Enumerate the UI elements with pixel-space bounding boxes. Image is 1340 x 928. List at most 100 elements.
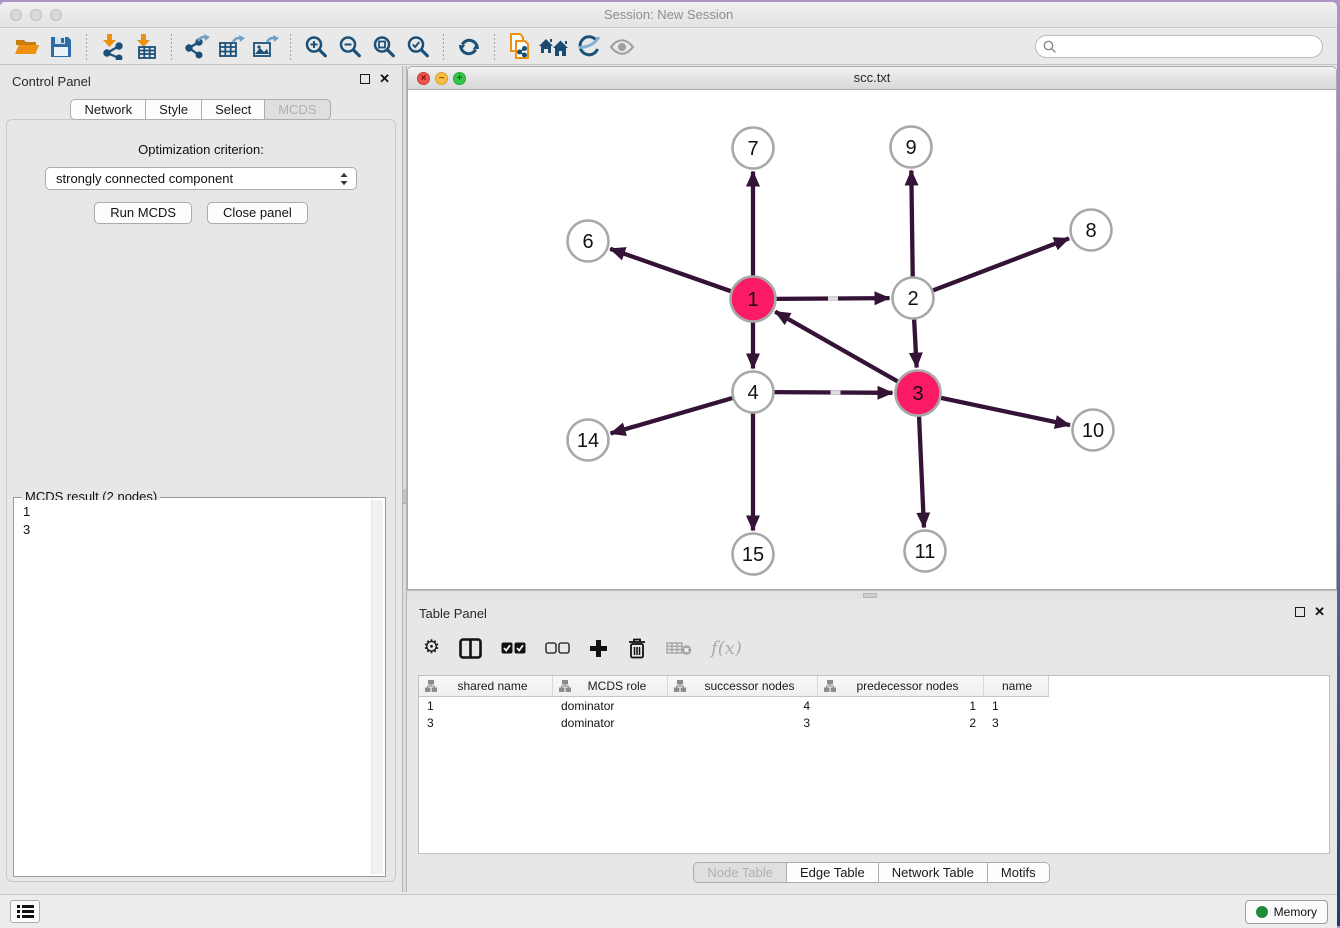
column-header-successor-nodes[interactable]: successor nodes [668,676,818,696]
node-label: 7 [747,138,758,160]
zoom-selected-icon[interactable] [401,32,435,62]
maximize-view-icon[interactable]: + [453,72,466,85]
delete-row-icon[interactable] [627,637,647,659]
table-cell[interactable]: 1 [818,699,984,713]
table-cell[interactable]: 3 [419,716,553,730]
export-network-icon[interactable] [180,32,214,62]
table-cell[interactable]: 1 [984,699,1048,713]
function-builder-icon[interactable]: f(x) [711,638,742,659]
network-graph[interactable]: 7 9 6 8 1 2 4 3 14 10 15 11 [409,90,1337,590]
graph-node-8[interactable]: 8 [1071,210,1112,251]
table-cell[interactable]: dominator [553,699,668,713]
column-label: shared name [437,679,552,693]
zoom-in-icon[interactable] [299,32,333,62]
graph-node-10[interactable]: 10 [1073,410,1114,451]
zoom-out-icon[interactable] [333,32,367,62]
graph-node-7[interactable]: 7 [733,128,774,169]
graph-node-9[interactable]: 9 [891,127,932,168]
close-panel-button[interactable]: Close panel [207,202,308,224]
minimize-window-icon[interactable] [30,9,42,21]
add-row-icon[interactable] [589,639,608,658]
save-icon[interactable] [44,32,78,62]
table-panel-title: Table Panel [419,606,487,621]
mcds-result-text[interactable]: 13 [16,500,383,874]
select-all-icon[interactable] [501,642,526,654]
graph-node-11[interactable]: 11 [905,531,946,572]
export-table-icon[interactable] [214,32,248,62]
close-panel-icon[interactable]: ✕ [379,74,390,84]
open-icon[interactable] [10,32,44,62]
hierarchy-sort-icon [824,680,836,692]
table-row[interactable]: 3dominator323 [419,714,1329,731]
tab-motifs[interactable]: Motifs [987,862,1050,883]
horizontal-splitter[interactable] [407,590,1337,599]
zoom-fit-icon[interactable] [367,32,401,62]
table-cell[interactable]: 2 [818,716,984,730]
tab-mcds[interactable]: MCDS [264,99,330,120]
column-header-shared-name[interactable]: shared name [419,676,553,696]
run-mcds-button[interactable]: Run MCDS [94,202,192,224]
optimization-criterion-select[interactable]: strongly connected component [45,167,357,190]
result-scrollbar[interactable] [371,500,383,874]
task-history-button[interactable] [10,900,40,923]
edge-3-1[interactable] [775,312,897,382]
tab-select[interactable]: Select [201,99,265,120]
close-view-icon[interactable]: × [417,72,430,85]
memory-button[interactable]: Memory [1245,900,1328,924]
graph-node-15[interactable]: 15 [733,534,774,575]
delete-column-icon[interactable] [666,640,692,656]
settings-gear-icon[interactable]: ⚙ [423,638,440,658]
table-row[interactable]: 1dominator411 [419,697,1329,714]
column-header-name[interactable]: name [984,676,1048,696]
import-network-icon[interactable] [95,32,129,62]
table-cell[interactable]: 4 [668,699,818,713]
float-panel-icon[interactable] [1295,607,1305,617]
graph-node-6[interactable]: 6 [568,221,609,262]
edge-3-11[interactable] [919,416,924,527]
clone-network-icon[interactable] [503,32,537,62]
graph-node-3[interactable]: 3 [896,371,941,416]
apply-style-icon[interactable] [571,32,605,62]
node-table[interactable]: shared nameMCDS rolesuccessor nodesprede… [418,675,1330,854]
column-header-predecessor-nodes[interactable]: predecessor nodes [818,676,984,696]
unselect-all-icon[interactable] [545,642,570,654]
export-image-icon[interactable] [248,32,282,62]
splitter-grip[interactable] [403,490,406,504]
network-view-window: × − + scc.txt 7 9 6 8 1 2 4 3 14 10 15 11 [407,66,1337,590]
table-cell[interactable]: dominator [553,716,668,730]
table-cell[interactable]: 3 [668,716,818,730]
splitter-grip[interactable] [863,593,877,598]
graph-node-2[interactable]: 2 [893,278,934,319]
eye-icon[interactable] [605,32,639,62]
edge-3-10[interactable] [941,398,1070,425]
search-input[interactable] [1061,39,1311,55]
column-header-mcds-role[interactable]: MCDS role [553,676,668,696]
edge-2-8[interactable] [933,238,1069,290]
edge-1-6[interactable] [610,249,731,291]
network-window-titlebar[interactable]: × − + scc.txt [408,67,1336,90]
graph-node-14[interactable]: 14 [568,420,609,461]
tab-node-table[interactable]: Node Table [693,862,787,883]
table-cell[interactable]: 1 [419,699,553,713]
minimize-view-icon[interactable]: − [435,72,448,85]
close-panel-icon[interactable]: ✕ [1314,607,1325,617]
float-panel-icon[interactable] [360,74,370,84]
edge-2-3[interactable] [914,319,917,367]
search-field[interactable] [1035,35,1323,58]
refresh-icon[interactable] [452,32,486,62]
tab-network[interactable]: Network [70,99,146,120]
zoom-window-icon[interactable] [50,9,62,21]
edge-2-9[interactable] [911,170,912,276]
tab-edge-table[interactable]: Edge Table [786,862,879,883]
import-table-icon[interactable] [129,32,163,62]
tab-network-table[interactable]: Network Table [878,862,988,883]
graph-node-1[interactable]: 1 [731,277,776,322]
graph-node-4[interactable]: 4 [733,372,774,413]
home-icon[interactable] [537,32,571,62]
tab-style[interactable]: Style [145,99,202,120]
edge-4-14[interactable] [611,398,733,433]
show-columns-icon[interactable] [459,638,482,659]
close-window-icon[interactable] [10,9,22,21]
table-cell[interactable]: 3 [984,716,1048,730]
network-canvas[interactable]: 7 9 6 8 1 2 4 3 14 10 15 11 [409,90,1335,588]
